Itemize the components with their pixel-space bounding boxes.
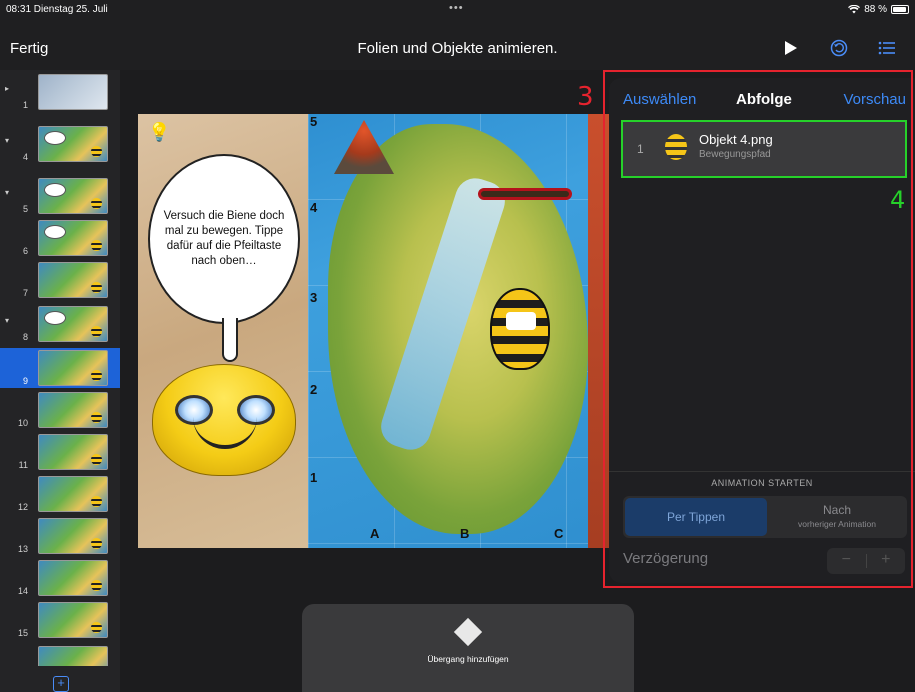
grid-col-label: B [460,526,470,541]
grid-row-label: 3 [310,290,318,305]
annotation-label-4: 4 [890,186,906,214]
lightbulb-icon: 💡 [148,122,171,142]
paper-background: 💡 Versuch die Biene doch mal zu bewegen.… [138,114,308,548]
list-icon[interactable] [877,38,897,58]
wifi-icon [848,5,861,14]
grid-row-label: 4 [310,200,318,215]
speech-text: Versuch die Biene doch mal zu bewegen. T… [163,210,285,267]
top-bar: 08:31 Dienstag 25. Juli ••• 88 % Fertig … [0,0,915,70]
slide-preview [38,350,108,386]
add-transition-button[interactable]: Übergang hinzufügen [302,604,634,692]
slide-thumbnail[interactable]: 10 [0,390,120,430]
grid-col-label: A [370,526,380,541]
slide-number: 4 [22,152,28,162]
slide-thumbnail-selected[interactable]: 9 [0,348,120,388]
slide-thumbnail[interactable]: ▸ 1 [0,72,120,112]
slide-thumbnail[interactable]: 6 [0,218,120,258]
slide-number: 1 [22,100,28,110]
slide-number: 5 [22,204,28,214]
slide-navigator: ▸ 1 ▾ 4 ▾ 5 6 7 ▾ 8 9 10 11 12 13 14 15 … [0,70,120,692]
status-bar: 08:31 Dienstag 25. Juli ••• 88 % [6,2,909,18]
slide-number: 12 [17,502,28,512]
grid-row-label: 1 [310,470,318,485]
slide-thumbnail[interactable]: 13 [0,516,120,556]
slide-preview [38,262,108,298]
slide-canvas[interactable]: 💡 Versuch die Biene doch mal zu bewegen.… [138,114,614,548]
slide-number: 13 [17,544,28,554]
speech-bubble-tail [222,318,238,362]
slide-number: 11 [18,460,28,470]
speech-bubble[interactable]: Versuch die Biene doch mal zu bewegen. T… [148,154,300,324]
slide-thumbnail[interactable]: ▾ 5 [0,176,120,216]
add-transition-label: Übergang hinzufügen [427,654,509,664]
slide-preview [38,74,108,110]
grid-row-label: 2 [310,382,318,397]
slide-preview [38,126,108,162]
slide-number: 9 [22,376,28,386]
slide-preview [38,476,108,512]
page-title: Folien und Objekte animieren. [357,40,558,57]
status-right: 88 % [848,4,909,15]
disclosure-icon[interactable]: ▾ [5,136,9,145]
slide-number: 10 [17,418,28,428]
slide-preview [38,178,108,214]
slide-preview [38,392,108,428]
slide-thumbnail[interactable]: ▾ 4 [0,124,120,164]
slide-thumbnail[interactable]: 11 [0,432,120,472]
disclosure-icon[interactable]: ▾ [5,188,9,197]
slide-thumbnail-partial[interactable] [0,644,120,666]
slide-thumbnail[interactable]: ▾ 8 [0,304,120,344]
slide-number: 8 [22,332,28,342]
slide-number: 15 [17,628,28,638]
battery-percent: 88 % [864,4,887,15]
slide-preview [38,646,108,666]
motion-path-selection[interactable] [478,188,572,200]
play-icon[interactable] [781,38,801,58]
bee-object[interactable] [490,288,550,370]
nav-toolbar [781,38,897,58]
slide-number: 14 [17,586,28,596]
slide-preview [38,602,108,638]
slide-preview [38,560,108,596]
grid-col-label: C [554,526,564,541]
slide-number: 6 [22,246,28,256]
treasure-map-image[interactable]: 5 4 3 2 1 A B C [308,114,614,548]
annotation-label-3: 3 [577,82,594,112]
slide-thumbnail[interactable]: 15 [0,600,120,640]
beebot-smile [193,415,257,449]
disclosure-icon[interactable]: ▾ [5,316,9,325]
annotation-green-box [621,120,907,178]
status-time: 08:31 Dienstag 25. Juli [6,4,108,15]
slide-preview [38,518,108,554]
beebot-image[interactable] [152,364,296,476]
slide-number: 7 [22,288,28,298]
rewind-icon[interactable] [829,38,849,58]
slide-thumbnail[interactable]: 12 [0,474,120,514]
slide-preview [38,434,108,470]
slide-thumbnail[interactable]: 14 [0,558,120,598]
add-slide-button[interactable]: + [53,676,69,692]
slide-thumbnail[interactable]: 7 [0,260,120,300]
battery-icon [891,5,909,14]
multitasking-dots[interactable]: ••• [449,2,464,14]
slide-preview [38,306,108,342]
app-root: 08:31 Dienstag 25. Juli ••• 88 % Fertig … [0,0,915,692]
grid-row-label: 5 [310,114,318,129]
slide-preview [38,220,108,256]
disclosure-icon[interactable]: ▸ [5,84,9,93]
transition-icon [453,617,483,647]
